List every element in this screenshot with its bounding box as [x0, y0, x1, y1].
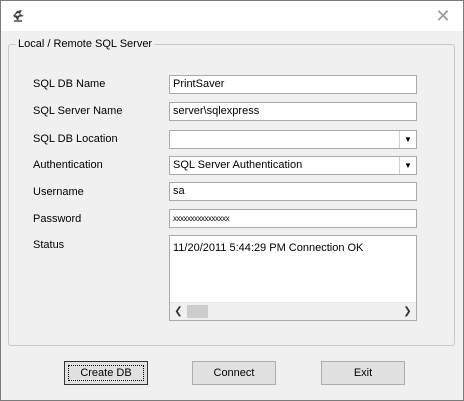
- scroll-thumb[interactable]: [187, 305, 208, 318]
- authentication-label: Authentication: [33, 159, 103, 171]
- app-icon: [10, 8, 26, 24]
- username-label: Username: [33, 186, 84, 198]
- title-bar[interactable]: ✕: [1, 1, 463, 31]
- db-name-label: SQL DB Name: [33, 78, 106, 90]
- close-icon[interactable]: ✕: [431, 5, 455, 27]
- authentication-value: SQL Server Authentication: [173, 159, 303, 171]
- status-label: Status: [33, 239, 65, 251]
- status-text: 11/20/2011 5:44:29 PM Connection OK: [173, 242, 364, 254]
- db-location-combo[interactable]: ▼: [169, 130, 417, 149]
- username-input[interactable]: sa: [169, 182, 417, 201]
- chevron-down-icon[interactable]: ▼: [399, 131, 416, 148]
- server-name-label: SQL Server Name: [33, 105, 123, 117]
- group-title: Local / Remote SQL Server: [16, 38, 155, 50]
- connect-button[interactable]: Connect: [192, 361, 276, 385]
- db-name-input[interactable]: PrintSaver: [169, 75, 417, 94]
- db-location-label: SQL DB Location: [33, 133, 118, 145]
- exit-button[interactable]: Exit: [321, 361, 405, 385]
- focus-rectangle: [68, 365, 144, 381]
- scroll-right-icon[interactable]: ❯: [399, 303, 416, 320]
- password-label: Password: [33, 213, 82, 225]
- status-textbox[interactable]: 11/20/2011 5:44:29 PM Connection OK ❮ ❯: [169, 235, 417, 321]
- chevron-down-icon[interactable]: ▼: [399, 157, 416, 174]
- scroll-left-icon[interactable]: ❮: [170, 303, 187, 320]
- server-name-input[interactable]: server\sqlexpress: [169, 102, 417, 121]
- horizontal-scrollbar[interactable]: ❮ ❯: [170, 302, 416, 320]
- authentication-combo[interactable]: SQL Server Authentication ▼: [169, 156, 417, 175]
- create-db-button[interactable]: Create DB: [64, 361, 148, 385]
- password-input[interactable]: xxxxxxxxxxxxxxxx: [169, 209, 417, 228]
